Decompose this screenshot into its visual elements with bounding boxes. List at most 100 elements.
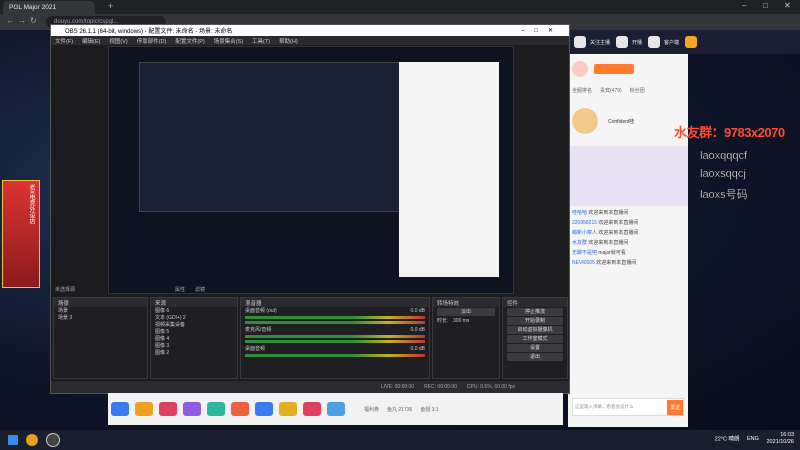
- windows-taskbar: 22°C 晴朗 ENG 16:03 2021/10/26: [0, 430, 800, 450]
- gift-icon[interactable]: [135, 402, 153, 416]
- mixer-title: 混音器: [241, 298, 429, 307]
- chat-panel-top: [568, 54, 688, 84]
- scene-item[interactable]: 场景: [54, 307, 147, 314]
- clock[interactable]: 16:03 2021/10/26: [766, 432, 794, 446]
- filters-button[interactable]: 滤镜: [195, 286, 205, 293]
- duration-input[interactable]: 300 ms: [453, 318, 469, 324]
- nested-preview: [139, 62, 409, 212]
- client-icon[interactable]: [648, 36, 661, 48]
- studio-mode-button[interactable]: 工作室模式: [507, 335, 563, 343]
- source-item[interactable]: 图像 5: [151, 328, 237, 335]
- follow-icon[interactable]: [574, 36, 586, 48]
- sources-title: 来源: [151, 298, 237, 307]
- menu-view[interactable]: 视图(V): [109, 37, 127, 45]
- source-item[interactable]: 图像 3: [151, 342, 237, 349]
- reload-icon[interactable]: ↻: [30, 16, 37, 25]
- cpu-status: CPU: 0.5%, 60.00 fps: [466, 384, 515, 390]
- gift-icon[interactable]: [231, 402, 249, 416]
- nested-chat-panel: [399, 62, 499, 277]
- source-toolbar: 未选择源 属性 滤镜: [51, 285, 569, 294]
- menu-docks[interactable]: 停靠部件(D): [137, 37, 167, 45]
- tab-fans[interactable]: 粉丝团: [630, 87, 645, 94]
- avatar[interactable]: [685, 36, 698, 48]
- scenes-dock: 场景 场景 场景 3: [53, 297, 148, 379]
- left-promo-banner[interactable]: 老X电竞外设店: [2, 180, 40, 288]
- obs-title: OBS 26.1.1 (64-bit, windows) - 配置文件: 未命名…: [65, 29, 233, 35]
- minimize-icon[interactable]: –: [742, 1, 746, 10]
- menu-help[interactable]: 帮助(H): [279, 37, 298, 45]
- gift-icon[interactable]: [207, 402, 225, 416]
- gift-icon[interactable]: [111, 402, 129, 416]
- stat-label: 鱼翅 3.1: [420, 406, 439, 413]
- send-button[interactable]: 发送: [666, 399, 683, 415]
- gift-icon[interactable]: [255, 402, 273, 416]
- transition-select[interactable]: 淡出: [437, 308, 495, 316]
- scene-item[interactable]: 场景 3: [54, 314, 147, 321]
- virtual-camera-button[interactable]: 启动虚拟摄像机: [507, 326, 563, 334]
- source-item[interactable]: 图像 2: [151, 349, 237, 356]
- volume-meter[interactable]: [245, 335, 425, 338]
- chat-list: 哇哈哈 欢迎来到本直播间 220958215 欢迎来到本直播间 萌新小菜人 欢迎…: [568, 209, 688, 266]
- obs-preview[interactable]: [108, 46, 514, 294]
- browser-tab[interactable]: PGL Major 2021: [3, 1, 95, 14]
- mixer-track: 麦克风/音频 0.0 dB: [245, 326, 425, 334]
- chrome-icon[interactable]: [26, 434, 38, 446]
- anchor-card: Confident哇: [568, 96, 688, 146]
- mixer-track: 桌面音频 (out) 0.0 dB: [245, 307, 425, 315]
- start-recording-button[interactable]: 开始录制: [507, 317, 563, 325]
- header-item[interactable]: 客户端: [664, 39, 679, 46]
- menu-edit[interactable]: 编辑(E): [82, 37, 100, 45]
- menu-scene-collection[interactable]: 场景集合(S): [214, 37, 243, 45]
- source-item[interactable]: 文本 (GDI+) 2: [151, 314, 237, 321]
- controls-title: 控件: [503, 298, 567, 307]
- start-icon[interactable]: [8, 435, 18, 445]
- list-item: 220958215 欢迎来到本直播间: [572, 220, 639, 226]
- volume-meter[interactable]: [245, 340, 425, 343]
- volume-meter[interactable]: [245, 316, 425, 319]
- gift-icon[interactable]: [327, 402, 345, 416]
- gift-icon[interactable]: [279, 402, 297, 416]
- maximize-icon[interactable]: □: [763, 1, 768, 10]
- broadcast-icon[interactable]: [616, 36, 629, 48]
- douyu-chat-panel: 全服排名 贵宾(479) 粉丝团 Confident哇 哇哈哈 欢迎来到本直播间…: [568, 54, 688, 427]
- volume-meter[interactable]: [245, 321, 425, 324]
- stop-streaming-button[interactable]: 停止推流: [507, 308, 563, 316]
- obs-window-controls[interactable]: –□✕: [521, 27, 563, 34]
- header-item[interactable]: 开播: [632, 39, 642, 46]
- pc-client-button[interactable]: [594, 64, 634, 74]
- gift-icon[interactable]: [303, 402, 321, 416]
- new-tab-icon[interactable]: +: [108, 1, 113, 11]
- stat-label: 福利券: [364, 406, 380, 413]
- menu-file[interactable]: 文件(F): [55, 37, 73, 45]
- obs-icon[interactable]: [46, 433, 60, 447]
- list-item: 无聊不是吧 major就可看: [572, 250, 626, 256]
- back-icon[interactable]: ←: [6, 16, 14, 25]
- volume-meter[interactable]: [245, 354, 425, 357]
- anchor-avatar[interactable]: [572, 61, 588, 77]
- gift-icon[interactable]: [159, 402, 177, 416]
- obs-status-bar: LIVE: 00:00:00 REC: 00:00:00 CPU: 0.5%, …: [51, 381, 569, 393]
- header-item[interactable]: 关注主播: [590, 39, 610, 46]
- menu-tools[interactable]: 工具(T): [252, 37, 270, 45]
- overlay-line: laoxqqqcf: [700, 150, 748, 162]
- weather[interactable]: 22°C 晴朗: [715, 436, 740, 442]
- anchor-photo[interactable]: [572, 108, 598, 134]
- properties-button[interactable]: 属性: [175, 286, 185, 293]
- overlay-line: laoxs号码: [700, 189, 748, 201]
- chat-input[interactable]: 这里输入弹幕，看看会说什么: [573, 404, 667, 410]
- exit-button[interactable]: 退出: [507, 353, 563, 361]
- gift-bar: 福利券 鱼丸 21736 鱼翅 3.1: [108, 393, 563, 425]
- controls-dock: 控件 停止推流 开始录制 启动虚拟摄像机 工作室模式 设置 退出: [502, 297, 568, 379]
- close-icon[interactable]: ✕: [784, 1, 791, 10]
- source-item[interactable]: 图像 4: [151, 335, 237, 342]
- list-item: 萌新小菜人 欢迎来到本直播间: [572, 230, 639, 236]
- language[interactable]: ENG: [747, 436, 759, 442]
- tab-rank[interactable]: 全服排名: [572, 87, 592, 94]
- tab-vip[interactable]: 贵宾(479): [600, 87, 622, 94]
- forward-icon[interactable]: →: [18, 16, 26, 25]
- source-item[interactable]: 图像 6: [151, 307, 237, 314]
- source-item[interactable]: 视频采集设备: [151, 321, 237, 328]
- settings-button[interactable]: 设置: [507, 344, 563, 352]
- menu-profile[interactable]: 配置文件(P): [175, 37, 204, 45]
- gift-icon[interactable]: [183, 402, 201, 416]
